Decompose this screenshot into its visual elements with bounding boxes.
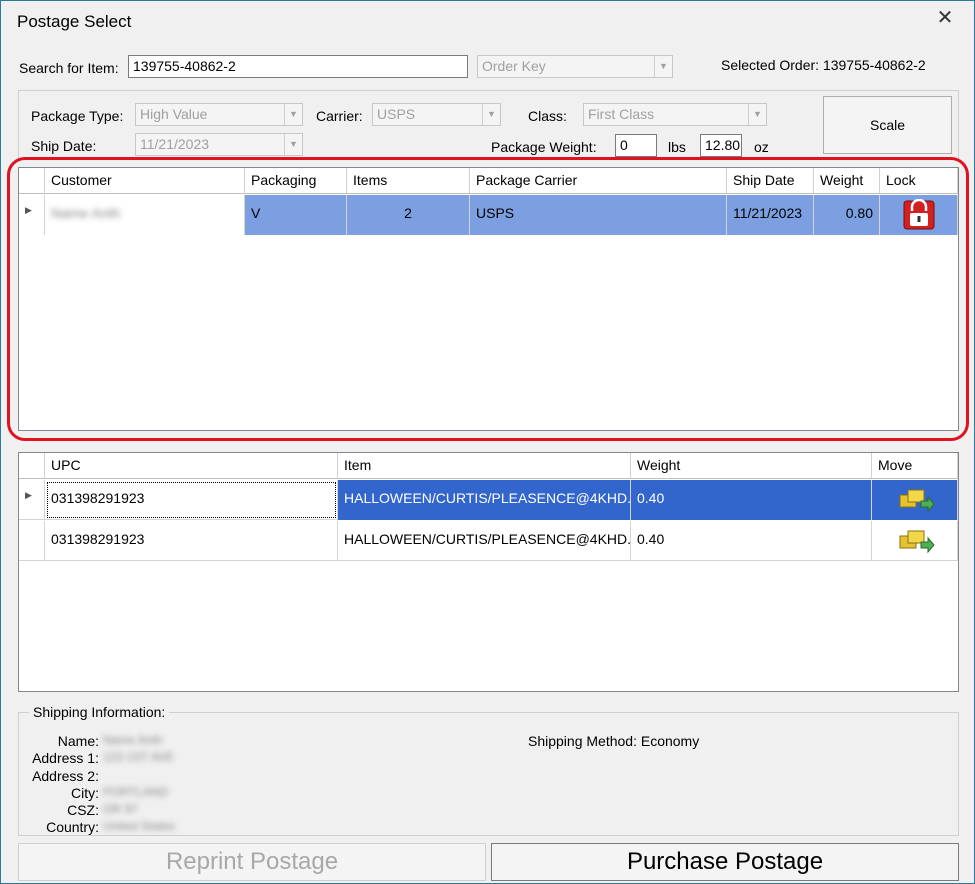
cell-move[interactable] <box>872 521 958 561</box>
package-type-label: Package Type: <box>31 108 124 124</box>
cell-item[interactable]: HALLOWEEN/CURTIS/PLEASENCE@4KHD... <box>338 521 631 561</box>
chevron-down-icon: ▼ <box>654 56 672 77</box>
csz-label: CSZ: <box>67 802 99 818</box>
grid-corner <box>19 453 45 479</box>
chevron-down-icon: ▼ <box>284 134 302 155</box>
highlight-box <box>7 157 969 441</box>
oz-unit-label: oz <box>754 139 769 155</box>
lbs-unit-label: lbs <box>668 139 686 155</box>
shipping-info-group <box>18 712 959 836</box>
header-weight[interactable]: Weight <box>631 453 872 479</box>
order-key-dropdown[interactable]: Order Key ▼ <box>477 55 673 78</box>
address2-label: Address 2: <box>32 768 99 784</box>
class-label: Class: <box>528 108 567 124</box>
shipping-method-text: Shipping Method: Economy <box>528 733 700 749</box>
chevron-down-icon: ▼ <box>748 104 766 125</box>
package-type-value: High Value <box>140 106 208 122</box>
country-value: United States <box>103 819 176 833</box>
row-indicator <box>19 521 45 561</box>
move-icon[interactable] <box>895 527 935 555</box>
country-label: Country: <box>46 819 99 835</box>
postage-select-window: Postage Select ✕ Search for Item: 139755… <box>0 0 975 884</box>
city-value: PORTLAND <box>103 785 169 799</box>
address1-value: 123 1ST AVE <box>103 750 174 764</box>
table-row[interactable]: 031398291923 HALLOWEEN/CURTIS/PLEASENCE@… <box>19 521 958 561</box>
city-label: City: <box>71 785 99 801</box>
header-move[interactable]: Move <box>872 453 958 479</box>
scale-button[interactable]: Scale <box>823 96 952 154</box>
carrier-value: USPS <box>377 106 416 122</box>
csz-value: OR 97 <box>103 802 138 816</box>
package-type-dropdown[interactable]: High Value ▼ <box>135 103 303 126</box>
cell-weight[interactable]: 0.40 <box>631 480 872 520</box>
carrier-dropdown[interactable]: USPS ▼ <box>372 103 501 126</box>
shipping-info-legend: Shipping Information: <box>29 704 170 720</box>
selected-order-text: Selected Order: 139755-40862-2 <box>721 57 926 73</box>
search-label: Search for Item: <box>19 60 119 76</box>
name-label: Name: <box>57 733 99 749</box>
ship-date-value: 11/21/2023 <box>140 136 210 152</box>
package-weight-label: Package Weight: <box>491 139 597 155</box>
chevron-down-icon: ▼ <box>284 104 302 125</box>
chevron-down-icon: ▼ <box>482 104 500 125</box>
oz-input[interactable]: 12.80 <box>700 134 742 157</box>
order-key-placeholder: Order Key <box>482 58 546 74</box>
cell-upc[interactable]: 031398291923 <box>45 521 338 561</box>
ship-date-picker[interactable]: 11/21/2023 ▼ <box>135 133 303 156</box>
close-icon[interactable]: ✕ <box>934 7 956 29</box>
purchase-postage-button[interactable]: Purchase Postage <box>491 843 959 881</box>
search-input[interactable]: 139755-40862-2 <box>128 55 468 78</box>
table-row[interactable]: ▶ 031398291923 HALLOWEEN/CURTIS/PLEASENC… <box>19 480 958 520</box>
name-value: Name Anth <box>103 733 163 747</box>
class-dropdown[interactable]: First Class ▼ <box>583 103 767 126</box>
carrier-label: Carrier: <box>316 108 363 124</box>
ship-date-label: Ship Date: <box>31 138 97 154</box>
header-upc[interactable]: UPC <box>45 453 338 479</box>
lbs-input[interactable]: 0 <box>615 134 657 157</box>
cell-weight[interactable]: 0.40 <box>631 521 872 561</box>
items-grid: UPC Item Weight Move ▶ 031398291923 HALL… <box>18 452 959 692</box>
class-value: First Class <box>588 106 655 122</box>
cell-item[interactable]: HALLOWEEN/CURTIS/PLEASENCE@4KHD... <box>338 480 631 520</box>
move-icon[interactable] <box>895 486 935 514</box>
header-item[interactable]: Item <box>338 453 631 479</box>
cell-upc[interactable]: 031398291923 <box>45 480 338 520</box>
reprint-postage-button[interactable]: Reprint Postage <box>18 843 486 881</box>
row-indicator-icon: ▶ <box>19 480 45 520</box>
window-title: Postage Select <box>17 12 132 31</box>
cell-move[interactable] <box>872 480 958 520</box>
address1-label: Address 1: <box>32 750 99 766</box>
